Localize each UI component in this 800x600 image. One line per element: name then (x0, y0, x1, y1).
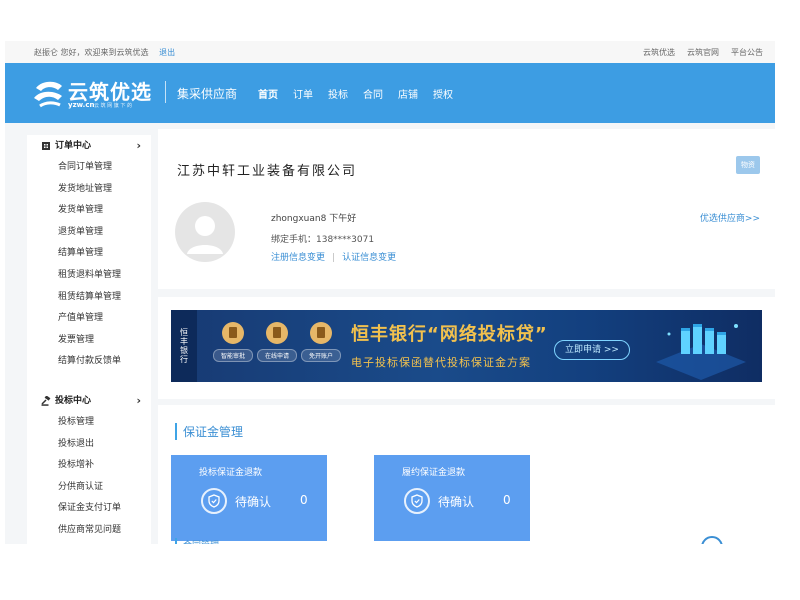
shield-icon (404, 488, 430, 514)
banner-subtitle: 电子投标保函替代投标保证金方案 (351, 356, 531, 369)
logo-mark-icon (34, 81, 62, 108)
bid-deposit-refund-box[interactable]: 投标保证金退款 待确认 0 (171, 455, 327, 541)
category-badge: 物资 (736, 156, 760, 174)
banner-card: 恒丰银行 智能审批 在线申请 免开账户 恒丰银行“网络投标贷” 电子投标保函替代… (158, 297, 775, 399)
sidebar-item-lease-returns[interactable]: 租赁退料单管理 (27, 265, 151, 287)
chevron-right-icon: › (136, 393, 141, 407)
sidebar-item-deposit-payment[interactable]: 保证金支付订单 (27, 498, 151, 520)
auth-info-change-link[interactable]: 认证信息变更 (342, 253, 396, 263)
box-count: 0 (503, 493, 511, 507)
nav-authorization[interactable]: 授权 (433, 86, 453, 104)
nav-orders[interactable]: 订单 (293, 86, 313, 104)
feature-online-apply: 在线申请 (257, 322, 297, 362)
nav-home[interactable]: 首页 (258, 86, 278, 104)
nav-contracts[interactable]: 合同 (363, 86, 383, 104)
app-frame: 赵振仑 您好，欢迎来到云筑优选 退出 云筑优选 云筑官网 平台公告 云筑优选 y… (5, 41, 775, 544)
bound-phone: 绑定手机：138****3071 (271, 235, 375, 245)
shield-icon (201, 488, 227, 514)
welcome-area: 赵振仑 您好，欢迎来到云筑优选 退出 (34, 47, 175, 58)
nav-bidding[interactable]: 投标 (328, 86, 348, 104)
apply-now-button[interactable]: 立即申请 >> (554, 340, 630, 360)
banner-title: 恒丰银行“网络投标贷” (351, 324, 548, 345)
deposit-section-title: 保证金管理 (175, 423, 243, 440)
link-separator: | (332, 253, 336, 263)
main-header: 云筑优选 yzw.cn 云 筑 网 旗 下 的 集采供应商 首页 订单 投标 合… (5, 63, 775, 123)
user-greeting: zhongxuan8 下午好 (271, 214, 357, 224)
logo-tagline: 云 筑 网 旗 下 的 (94, 103, 132, 109)
sidebar-item-output-value[interactable]: 产值单管理 (27, 308, 151, 330)
floating-action-icon[interactable] (701, 536, 723, 544)
sidebar-item-lease-settlements[interactable]: 租赁结算单管理 (27, 287, 151, 309)
sidebar-item-bid-withdrawal[interactable]: 投标退出 (27, 434, 151, 456)
server-illustration-icon (656, 324, 746, 380)
sidebar-item-contract-orders[interactable]: 合同订单管理 (27, 157, 151, 179)
link-yunzhu-official[interactable]: 云筑官网 (687, 47, 719, 58)
main-nav: 首页 订单 投标 合同 店铺 授权 (258, 86, 453, 104)
sidebar-group-order-center[interactable]: 订单中心 › (27, 135, 151, 157)
loan-banner[interactable]: 恒丰银行 智能审批 在线申请 免开账户 恒丰银行“网络投标贷” 电子投标保函替代… (171, 310, 762, 382)
sidebar-item-subsupplier-cert[interactable]: 分供商认证 (27, 477, 151, 499)
contract-section-title: 合同管理 (175, 538, 219, 544)
sidebar-item-bid-management[interactable]: 投标管理 (27, 412, 151, 434)
sidebar-group-label: 投标中心 (55, 395, 92, 406)
top-links: 云筑优选 云筑官网 平台公告 (643, 47, 763, 58)
sidebar-item-supplier-faq[interactable]: 供应商常见问题 (27, 520, 151, 542)
sidebar-item-settlements[interactable]: 结算单管理 (27, 243, 151, 265)
feature-label: 在线申请 (257, 349, 297, 362)
box-count: 0 (300, 493, 308, 507)
preferred-supplier-link[interactable]: 优选供应商>> (700, 211, 760, 224)
company-card: 江苏中轩工业装备有限公司 物资 zhongxuan8 下午好 绑定手机：138*… (158, 129, 775, 289)
sidebar-group-label: 订单中心 (55, 141, 92, 151)
sidebar: 订单中心 › 合同订单管理 发货地址管理 发货单管理 退货单管理 结算单管理 租… (27, 135, 151, 544)
account-links: 注册信息变更 | 认证信息变更 (271, 250, 396, 263)
feature-label: 免开账户 (301, 349, 341, 362)
company-name: 江苏中轩工业装备有限公司 (177, 164, 358, 179)
nav-store[interactable]: 店铺 (398, 86, 418, 104)
portal-title: 集采供应商 (177, 87, 238, 101)
user-placeholder-icon (187, 216, 223, 254)
welcome-text: 赵振仑 您好，欢迎来到云筑优选 (34, 48, 149, 57)
sidebar-item-shipping-address[interactable]: 发货地址管理 (27, 179, 151, 201)
document-icon (222, 322, 244, 344)
box-title: 履约保证金退款 (402, 468, 466, 478)
avatar (175, 202, 235, 262)
box-status: 待确认 (235, 495, 272, 509)
link-platform-notice[interactable]: 平台公告 (731, 47, 763, 58)
sidebar-item-payment-feedback[interactable]: 结算付款反馈单 (27, 351, 151, 373)
header-divider (165, 81, 166, 103)
feature-smart-approval: 智能审批 (213, 322, 253, 362)
register-info-change-link[interactable]: 注册信息变更 (271, 253, 325, 263)
sidebar-group-bidding-center[interactable]: 投标中心 › (27, 390, 151, 412)
box-title: 投标保证金退款 (199, 468, 263, 478)
deposit-card: 保证金管理 投标保证金退款 待确认 0 履约保证金退款 待确认 0 (158, 405, 775, 544)
sidebar-item-invoices[interactable]: 发票管理 (27, 330, 151, 352)
feature-no-account: 免开账户 (301, 322, 341, 362)
logout-link[interactable]: 退出 (159, 48, 175, 57)
feature-label: 智能审批 (213, 349, 253, 362)
building-icon (42, 142, 50, 150)
utility-bar: 赵振仑 您好，欢迎来到云筑优选 退出 云筑优选 云筑官网 平台公告 (5, 41, 775, 63)
performance-deposit-refund-box[interactable]: 履约保证金退款 待确认 0 (374, 455, 530, 541)
sidebar-item-bid-supplement[interactable]: 投标增补 (27, 455, 151, 477)
bank-name: 恒丰银行 (171, 310, 197, 382)
sidebar-item-delivery-notes[interactable]: 发货单管理 (27, 200, 151, 222)
document-icon (266, 322, 288, 344)
logo-domain: yzw.cn (68, 101, 95, 109)
box-status: 待确认 (438, 495, 475, 509)
chevron-right-icon: › (136, 139, 141, 152)
sidebar-item-return-notes[interactable]: 退货单管理 (27, 222, 151, 244)
document-icon (310, 322, 332, 344)
logo[interactable]: 云筑优选 yzw.cn 云 筑 网 旗 下 的 (32, 76, 162, 112)
gavel-icon (41, 395, 51, 406)
link-yunzhu-youxuan[interactable]: 云筑优选 (643, 47, 675, 58)
